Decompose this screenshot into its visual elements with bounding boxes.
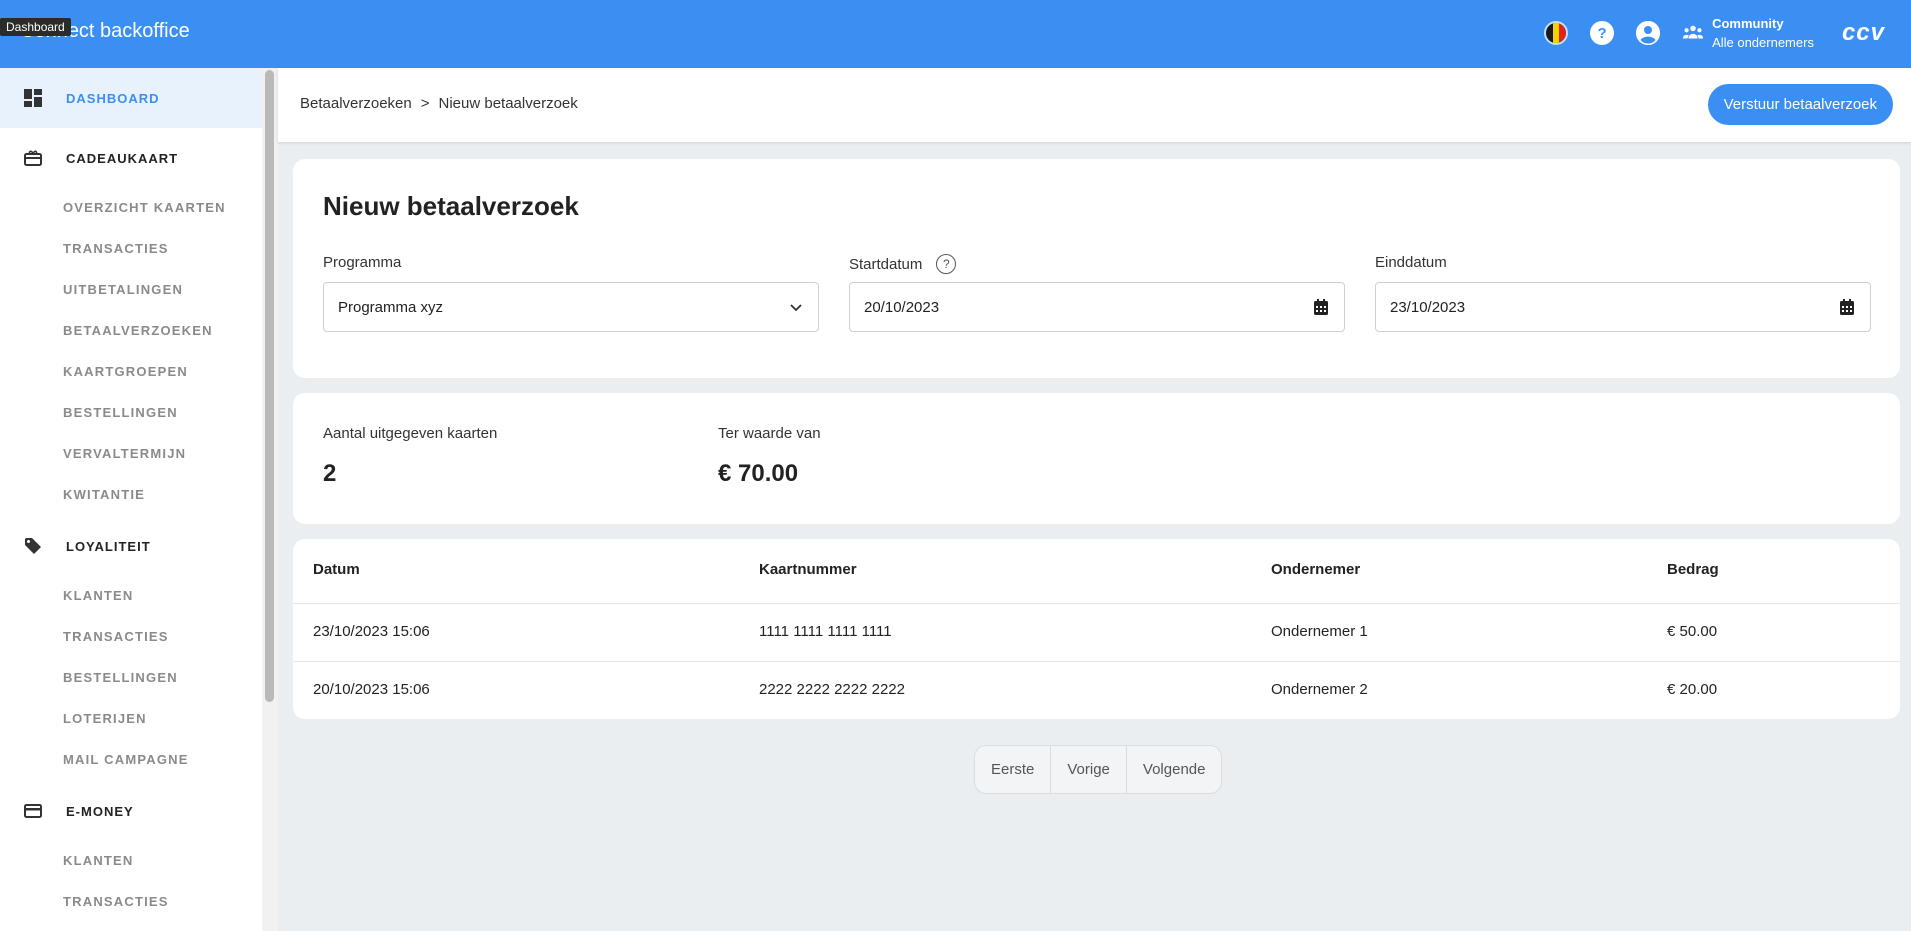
send-payment-request-button[interactable]: Verstuur betaalverzoek [1707, 84, 1893, 125]
cell-datum: 23/10/2023 15:06 [313, 623, 430, 640]
sidebar-item-dashboard[interactable]: DASHBOARD [0, 68, 262, 128]
sidebar-item-label: LOYALITEIT [66, 538, 151, 554]
sidebar-item-loyaliteit[interactable]: LOYALITEIT [0, 516, 262, 576]
einddatum-label-text: Einddatum [1375, 254, 1447, 271]
chevron-down-icon [788, 299, 804, 315]
pagination-next-button[interactable]: Volgende [1127, 746, 1222, 793]
top-bar: Connect backoffice Dashboard ? Community… [0, 0, 1911, 68]
breadcrumb: Betaalverzoeken > Nieuw betaalverzoek [300, 95, 578, 112]
sidebar-item-bestellingen[interactable]: BESTELLINGEN [63, 670, 178, 685]
credit-card-icon [23, 801, 43, 821]
cell-bedrag: € 20.00 [1667, 681, 1718, 698]
help-icon[interactable]: ? [936, 254, 957, 274]
dashboard-icon [23, 88, 43, 108]
community-icon [1682, 25, 1704, 39]
cell-ondernemer: Ondernemer 1 [1271, 623, 1368, 640]
sidebar-item-label: CADEAUKAART [66, 150, 179, 166]
help-icon[interactable]: ? [1590, 21, 1615, 45]
breadcrumb-parent-link[interactable]: Betaalverzoeken [300, 95, 412, 112]
sidebar-item-mail-campagne[interactable]: MAIL CAMPAGNE [63, 752, 189, 767]
sidebar-item-cadeaukaart[interactable]: CADEAUKAART [0, 128, 262, 188]
einddatum-label: Einddatum [1375, 254, 1447, 271]
column-header-datum[interactable]: Datum [313, 561, 360, 578]
cell-kaartnummer: 2222 2222 2222 2222 [759, 681, 905, 698]
pagination-prev-button[interactable]: Vorige [1051, 746, 1127, 793]
summary-card: Aantal uitgegeven kaarten 2 Ter waarde v… [293, 393, 1900, 524]
total-value-value: € 70.00 [718, 460, 799, 487]
gift-card-icon [23, 148, 43, 168]
column-header-bedrag[interactable]: Bedrag [1667, 561, 1719, 578]
sidebar-item-loterijen[interactable]: LOTERIJEN [63, 711, 147, 726]
programma-select[interactable]: Programma xyz [323, 282, 819, 332]
sidebar-item-vervaltermijn[interactable]: VERVALTERMIJN [63, 446, 186, 461]
issued-cards-value: 2 [323, 460, 337, 487]
cell-bedrag: € 50.00 [1667, 623, 1718, 640]
account-icon[interactable] [1636, 21, 1661, 45]
sidebar-scrollbar-thumb[interactable] [265, 70, 274, 702]
sidebar-item-label: DASHBOARD [66, 90, 160, 106]
community-selector[interactable]: Community Alle ondernemers [1682, 14, 1814, 52]
tag-icon [23, 536, 43, 556]
startdatum-label: Startdatum ? [849, 254, 957, 274]
einddatum-value: 23/10/2023 [1390, 298, 1466, 316]
cell-datum: 20/10/2023 15:06 [313, 681, 430, 698]
row-divider [293, 603, 1900, 604]
row-divider [293, 661, 1900, 662]
programma-label-text: Programma [323, 254, 402, 271]
sidebar-item-transacties[interactable]: TRANSACTIES [63, 629, 169, 644]
startdatum-input[interactable]: 20/10/2023 [849, 282, 1345, 332]
sidebar-item-kaartgroepen[interactable]: KAARTGROEPEN [63, 364, 188, 379]
top-actions: ? Community Alle ondernemers ccv [1544, 12, 1885, 54]
sidebar-item-bestellingen[interactable]: BESTELLINGEN [63, 405, 178, 420]
sidebar-item-e-money[interactable]: E-MONEY [0, 781, 262, 841]
sidebar-item-betaalverzoeken[interactable]: BETAALVERZOEKEN [63, 323, 213, 338]
breadcrumb-current: Nieuw betaalverzoek [438, 95, 578, 112]
sidebar-item-kwitantie[interactable]: KWITANTIE [63, 487, 145, 502]
request-form-card: Nieuw betaalverzoek Programma Programma … [293, 159, 1900, 378]
sidebar-item-transacties[interactable]: TRANSACTIES [63, 241, 169, 256]
startdatum-label-text: Startdatum [849, 255, 923, 273]
programma-label: Programma [323, 254, 401, 271]
transactions-table: Datum Kaartnummer Ondernemer Bedrag 23/1… [293, 539, 1900, 719]
sidebar-item-uitbetalingen[interactable]: UITBETALINGEN [63, 282, 183, 297]
total-value-label: Ter waarde van [718, 425, 821, 442]
column-header-kaartnummer[interactable]: Kaartnummer [759, 561, 857, 578]
community-name: Community [1712, 16, 1784, 31]
calendar-icon[interactable] [1840, 299, 1856, 315]
column-header-ondernemer[interactable]: Ondernemer [1271, 561, 1360, 578]
sidebar-item-klanten[interactable]: KLANTEN [63, 853, 134, 868]
cell-kaartnummer: 1111 1111 1111 1111 [759, 623, 892, 640]
sidebar: DASHBOARD CADEAUKAART OVERZICHT KAARTEN … [0, 68, 278, 931]
calendar-icon[interactable] [1314, 299, 1330, 315]
ccv-logo: ccv [1841, 19, 1885, 46]
page-title: Nieuw betaalverzoek [323, 191, 579, 221]
einddatum-input[interactable]: 23/10/2023 [1375, 282, 1871, 332]
breadcrumb-separator: > [420, 95, 430, 112]
pagination-first-button[interactable]: Eerste [975, 746, 1052, 793]
pagination: Eerste Vorige Volgende [974, 745, 1223, 794]
cell-ondernemer: Ondernemer 2 [1271, 681, 1368, 698]
belgium-flag-icon[interactable] [1544, 21, 1569, 45]
sidebar-item-overzicht-kaarten[interactable]: OVERZICHT KAARTEN [63, 200, 226, 215]
sidebar-item-transacties[interactable]: TRANSACTIES [63, 894, 169, 909]
programma-value: Programma xyz [338, 298, 444, 316]
sidebar-item-klanten[interactable]: KLANTEN [63, 588, 134, 603]
startdatum-value: 20/10/2023 [864, 298, 940, 316]
community-sub: Alle ondernemers [1712, 35, 1814, 50]
sidebar-item-label: E-MONEY [66, 803, 134, 819]
dashboard-tooltip: Dashboard [0, 18, 71, 36]
page-header: Betaalverzoeken > Nieuw betaalverzoek Vers… [278, 68, 1911, 142]
issued-cards-label: Aantal uitgegeven kaarten [323, 425, 498, 442]
